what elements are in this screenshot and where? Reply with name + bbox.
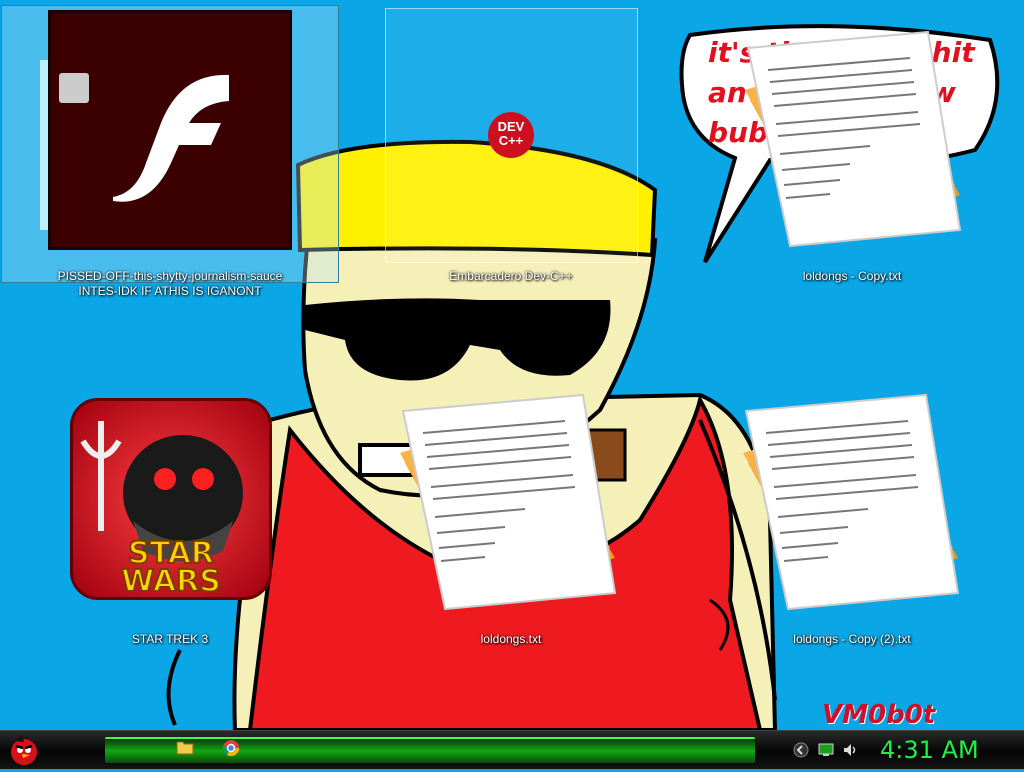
file-explorer-icon[interactable] — [176, 739, 200, 761]
desktop-icon-flash[interactable]: PISSED-OFF-this-shytty-journalism-sauce … — [45, 265, 295, 299]
desktop-icon-label: PISSED-OFF-this-shytty-journalism-sauce … — [57, 269, 283, 298]
angry-bird-start-icon — [11, 735, 37, 765]
desktop-icon-label: loldongs - Copy.txt — [802, 269, 902, 283]
text-document-icon[interactable] — [728, 383, 968, 623]
desktop-icon-label: loldongs - Copy (2).txt — [793, 632, 911, 646]
shortcut-arrow-icon — [59, 73, 89, 103]
desktop-icon-label: Embarcadero Dev-C++ — [449, 269, 573, 283]
desktop-icon-devcpp[interactable]: Embarcadero Dev-C++ — [386, 265, 636, 284]
start-button[interactable] — [6, 733, 42, 767]
text-document-icon[interactable] — [730, 20, 970, 260]
text-document-icon[interactable] — [385, 383, 625, 623]
desktop-icon-loldongs[interactable]: loldongs.txt — [386, 628, 636, 647]
desktop-icon-loldongs-copy-2[interactable]: loldongs - Copy (2).txt — [727, 628, 977, 647]
show-hidden-icons[interactable] — [793, 742, 809, 758]
desktop-icon-label: loldongs.txt — [480, 632, 542, 646]
network-icon[interactable] — [818, 742, 834, 758]
desktop-icon-star-trek-3[interactable]: STAR TREK 3 — [45, 628, 295, 647]
volume-icon[interactable] — [842, 742, 858, 758]
desktop-icon-label: STAR TREK 3 — [131, 632, 209, 646]
devcpp-icon[interactable]: DEV C++ — [488, 112, 534, 158]
taskbar-clock[interactable]: 4:31 AM — [880, 735, 1020, 765]
desktop-icon-loldongs-copy[interactable]: loldongs - Copy.txt — [727, 265, 977, 284]
flash-icon[interactable] — [48, 10, 292, 250]
chrome-icon[interactable] — [222, 739, 246, 761]
star-wars-game-icon[interactable]: STAR WARS — [70, 398, 272, 600]
svg-text:WARS: WARS — [121, 564, 221, 597]
wallpaper-watermark: VM0b0t — [822, 700, 936, 730]
taskbar: 4:31 AM — [0, 730, 1024, 769]
taskbar-band — [105, 737, 755, 763]
